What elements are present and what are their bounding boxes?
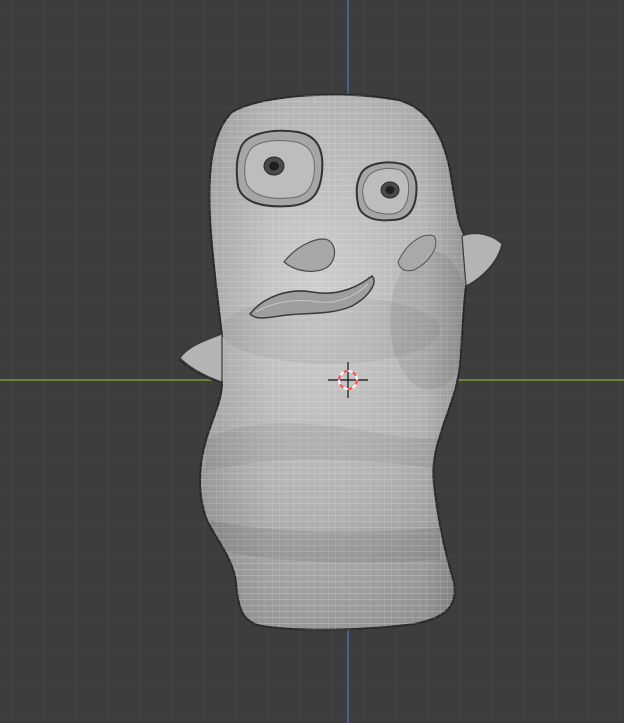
- right-eye: [355, 161, 418, 222]
- right-arm: [461, 232, 503, 287]
- left-eye: [235, 129, 324, 208]
- creature-mesh[interactable]: [170, 90, 510, 635]
- 3d-viewport[interactable]: [0, 0, 624, 723]
- viewport-scene: [0, 0, 624, 723]
